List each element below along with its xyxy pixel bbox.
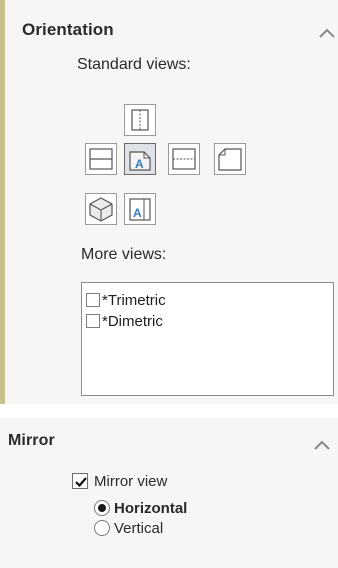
top-view-button[interactable] xyxy=(124,104,156,136)
vertical-label: Vertical xyxy=(114,519,164,537)
dimetric-label: *Dimetric xyxy=(102,312,163,330)
svg-text:A: A xyxy=(133,206,142,220)
more-views-label: More views: xyxy=(81,246,167,263)
top-view-icon xyxy=(131,109,149,131)
mirror-panel: Mirror Mirror view Horizontal Vertical xyxy=(0,418,338,568)
dimetric-checkbox[interactable] xyxy=(86,314,100,328)
horizontal-label: Horizontal xyxy=(114,499,188,517)
list-item-trimetric[interactable]: *Trimetric xyxy=(86,290,166,310)
standard-views-label: Standard views: xyxy=(77,56,191,73)
right-view-button[interactable] xyxy=(214,143,246,175)
list-item-dimetric[interactable]: *Dimetric xyxy=(86,311,163,331)
left-view-icon xyxy=(172,148,196,170)
trimetric-checkbox[interactable] xyxy=(86,293,100,307)
svg-text:A: A xyxy=(135,157,144,171)
mirror-view-checkbox[interactable] xyxy=(72,473,88,489)
right-view-icon xyxy=(218,148,242,171)
normal-to-view-icon: A xyxy=(129,198,151,221)
checkmark-icon xyxy=(75,477,87,488)
vertical-option[interactable]: Vertical xyxy=(94,518,163,538)
front-view-button[interactable]: A xyxy=(124,143,156,175)
mirror-title: Mirror xyxy=(8,432,55,449)
trimetric-label: *Trimetric xyxy=(102,291,166,309)
vertical-radio[interactable] xyxy=(94,520,110,536)
more-views-list: *Trimetric *Dimetric xyxy=(81,282,334,396)
horizontal-option[interactable]: Horizontal xyxy=(94,498,187,518)
front-view-icon: A xyxy=(129,151,151,171)
orientation-collapse-chevron-up-icon[interactable] xyxy=(318,26,336,40)
bottom-view-button[interactable] xyxy=(85,143,117,175)
horizontal-radio[interactable] xyxy=(94,500,110,516)
orientation-panel: Orientation Standard views: A A More vie… xyxy=(0,0,338,404)
bottom-view-icon xyxy=(89,148,113,170)
mirror-view-option[interactable]: Mirror view xyxy=(72,471,167,491)
mirror-collapse-chevron-up-icon[interactable] xyxy=(313,438,331,452)
mirror-view-label: Mirror view xyxy=(94,472,168,490)
isometric-view-icon xyxy=(89,197,113,222)
isometric-view-button[interactable] xyxy=(85,193,117,225)
normal-to-view-button[interactable]: A xyxy=(124,193,156,225)
orientation-title: Orientation xyxy=(22,20,114,39)
left-view-button[interactable] xyxy=(168,143,200,175)
